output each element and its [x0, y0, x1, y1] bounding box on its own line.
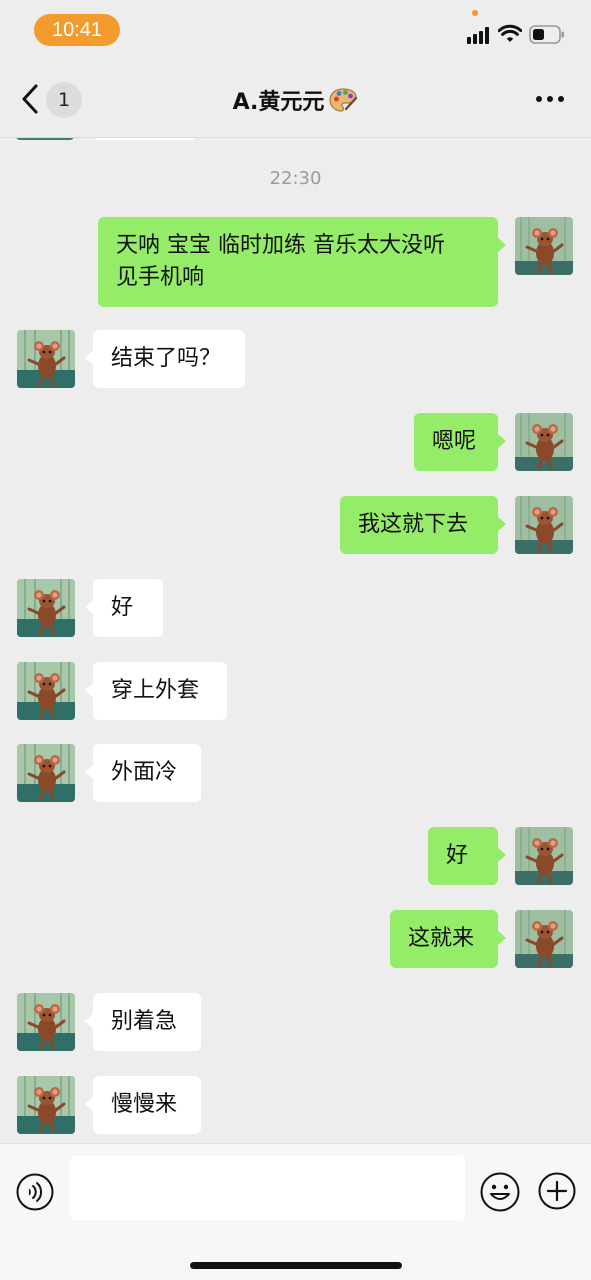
contact-avatar[interactable]: [17, 662, 75, 720]
outgoing-message-bubble[interactable]: 天呐 宝宝 临时加练 音乐太大没听 见手机响: [98, 217, 506, 307]
my-avatar[interactable]: [515, 827, 573, 885]
palette-icon: [329, 88, 358, 112]
battery-icon: [529, 25, 564, 44]
contact-avatar[interactable]: [17, 993, 75, 1051]
incoming-bubble-partial: [93, 138, 197, 140]
add-more-icon[interactable]: [538, 1172, 576, 1210]
message-list[interactable]: 22:30 天呐 宝宝 临时加练 音乐太大没听 见手机响结束了吗？ 嗯呢我这就下去…: [0, 138, 591, 1143]
input-bar: [0, 1143, 591, 1280]
contact-avatar[interactable]: [17, 744, 75, 802]
my-avatar[interactable]: [515, 217, 573, 275]
wifi-icon: [498, 24, 522, 42]
privacy-indicator-dot: [472, 10, 478, 16]
more-options-icon[interactable]: [536, 96, 564, 104]
chat-header: 1 A.黄元元: [0, 60, 591, 138]
contact-avatar-partial: [16, 138, 74, 140]
incoming-message-bubble[interactable]: 慢慢来: [85, 1076, 201, 1134]
cellular-signal-icon: [467, 26, 493, 44]
incoming-message-bubble[interactable]: 结束了吗？: [85, 330, 245, 388]
my-avatar[interactable]: [515, 496, 573, 554]
outgoing-message-bubble[interactable]: 嗯呢: [414, 413, 506, 471]
contact-avatar[interactable]: [17, 330, 75, 388]
status-time: 10:41: [34, 14, 120, 46]
message-input[interactable]: [70, 1156, 465, 1220]
my-avatar[interactable]: [515, 413, 573, 471]
emoji-icon[interactable]: [480, 1172, 520, 1212]
incoming-message-bubble[interactable]: 外面冷: [85, 744, 201, 802]
contact-avatar[interactable]: [17, 1076, 75, 1134]
voice-input-icon[interactable]: [16, 1173, 54, 1211]
outgoing-message-bubble[interactable]: 我这就下去: [340, 496, 506, 554]
contact-avatar[interactable]: [17, 579, 75, 637]
contact-name: A.黄元元: [232, 90, 325, 115]
outgoing-message-bubble[interactable]: 好: [428, 827, 506, 885]
chat-title: A.黄元元: [0, 82, 591, 118]
message-timestamp: 22:30: [269, 168, 322, 189]
incoming-message-bubble[interactable]: 穿上外套: [85, 662, 227, 720]
status-bar: 10:41: [0, 0, 591, 60]
my-avatar[interactable]: [515, 910, 573, 968]
incoming-message-bubble[interactable]: 好: [85, 579, 163, 637]
outgoing-message-bubble[interactable]: 这就来: [390, 910, 506, 968]
incoming-message-bubble[interactable]: 别着急: [85, 993, 201, 1051]
home-indicator: [190, 1262, 402, 1269]
